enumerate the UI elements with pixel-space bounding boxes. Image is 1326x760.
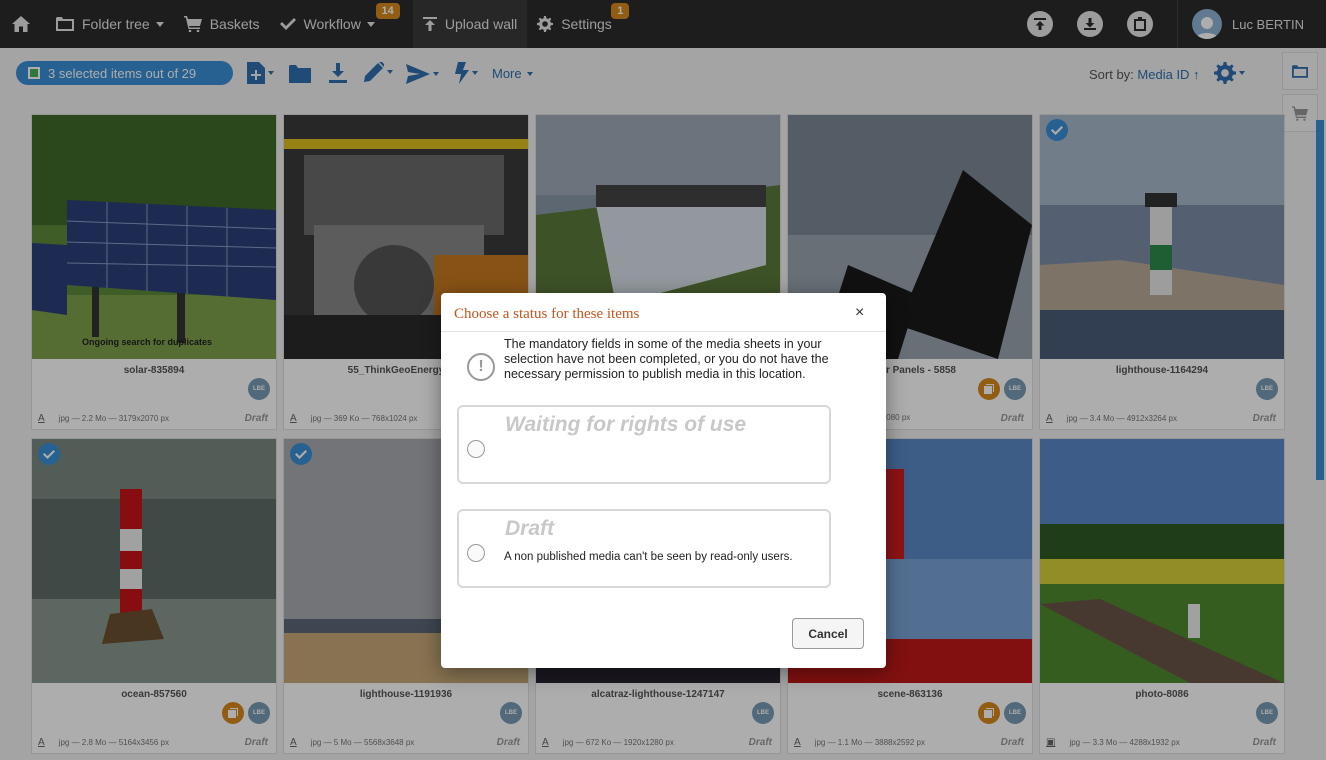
cancel-button[interactable]: Cancel <box>792 618 864 649</box>
status-dialog: Choose a status for these items × ! The … <box>441 293 886 668</box>
dialog-title: Choose a status for these items <box>454 306 640 322</box>
warning-icon: ! <box>467 353 495 381</box>
close-icon[interactable]: × <box>855 304 864 322</box>
dialog-divider <box>441 331 886 332</box>
radio-draft[interactable] <box>467 544 485 562</box>
option-waiting-rights-title: Waiting for rights of use <box>505 413 747 436</box>
status-option-draft[interactable]: Draft A non published media can't be see… <box>457 509 831 588</box>
radio-waiting-rights[interactable] <box>467 440 485 458</box>
warning-message: The mandatory fields in some of the medi… <box>504 337 829 381</box>
option-draft-title: Draft <box>505 517 555 540</box>
option-draft-description: A non published media can't be seen by r… <box>504 551 793 563</box>
status-option-waiting-rights[interactable]: Waiting for rights of use <box>457 405 831 484</box>
